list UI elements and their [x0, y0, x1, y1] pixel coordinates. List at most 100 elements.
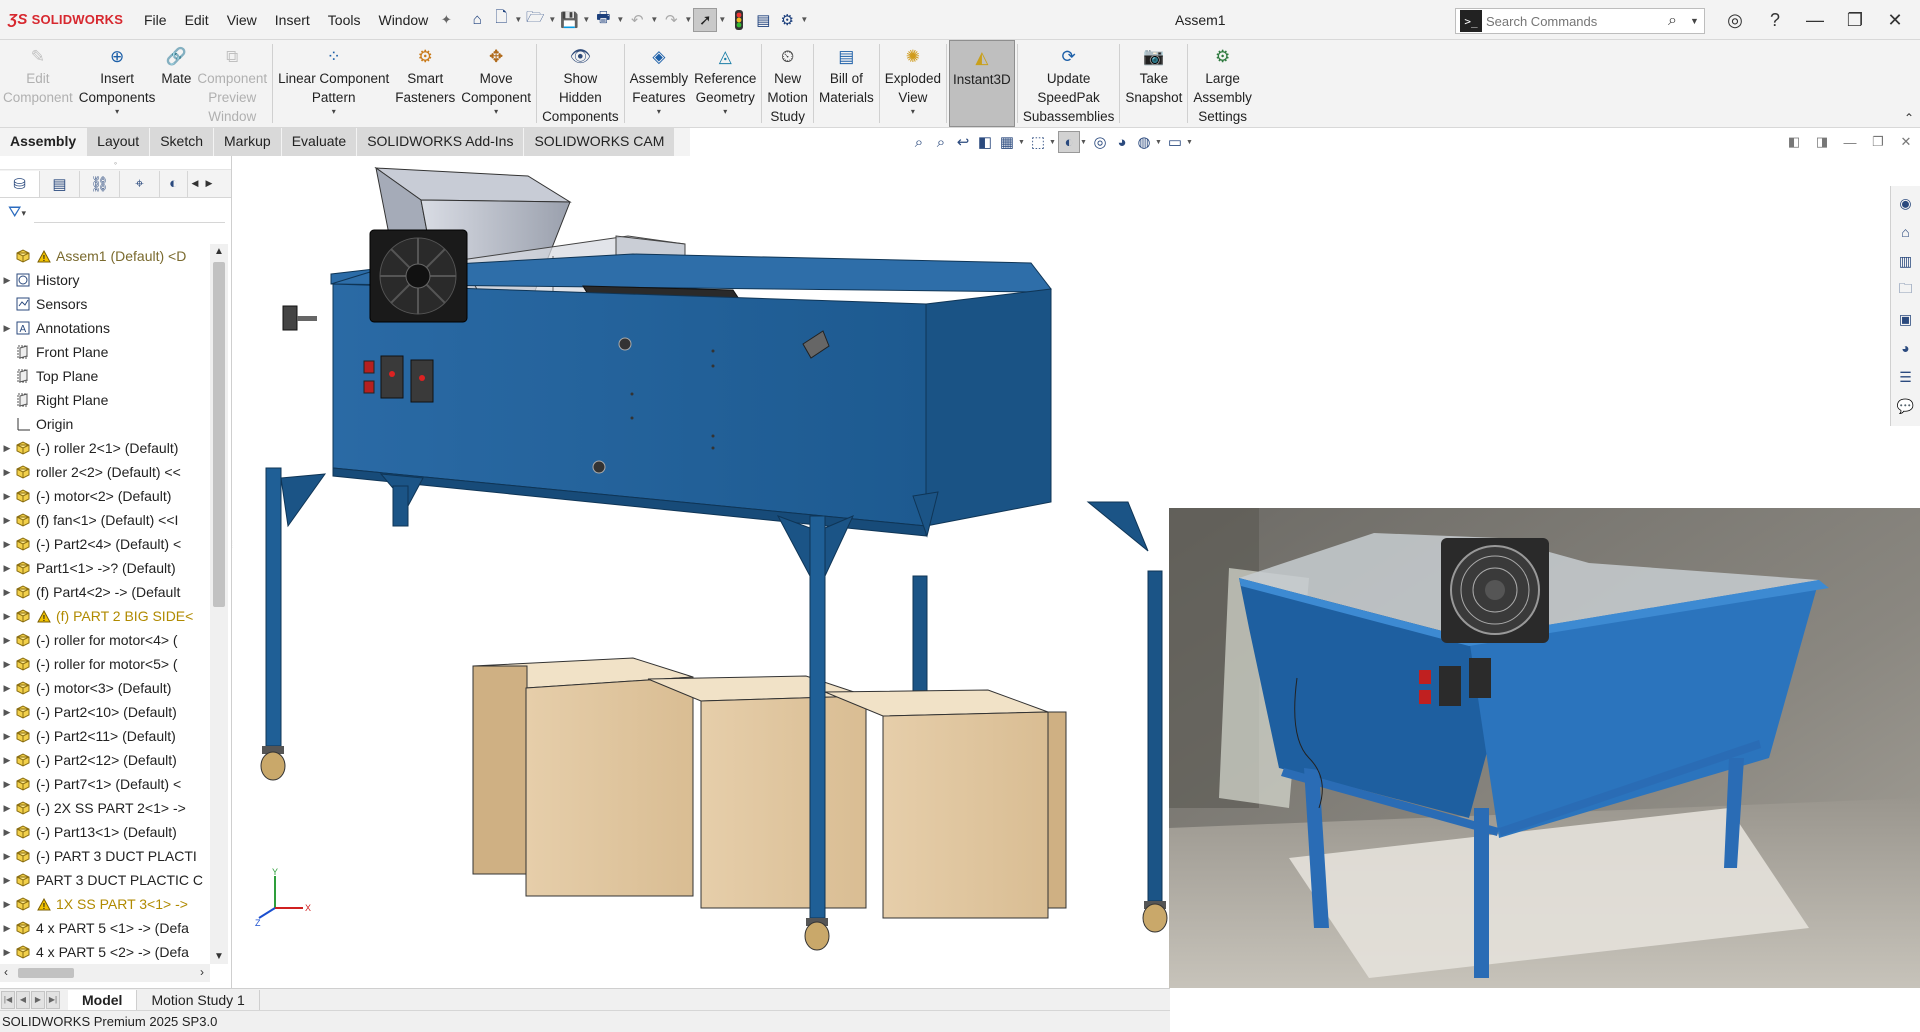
scroll-up-icon[interactable]: ▲ [210, 246, 228, 257]
tree-item[interactable]: ▶ (-) Part7<1> (Default) < [0, 772, 210, 796]
tree-item[interactable]: ▶ (-) roller 2<1> (Default) [0, 436, 210, 460]
expand-arrow-icon[interactable]: ▶ [0, 875, 14, 886]
tab-solidworks-cam[interactable]: SOLIDWORKS CAM [524, 128, 676, 156]
tree-item[interactable]: Front Plane [0, 340, 210, 364]
expand-arrow-icon[interactable]: ▶ [0, 587, 14, 598]
rebuild-traffic-light-icon[interactable] [727, 8, 751, 32]
scroll-left-icon[interactable]: ‹ [4, 965, 8, 979]
menu-tools[interactable]: Tools [319, 0, 370, 40]
feature-tree-tab-icon[interactable]: ⛁ [0, 170, 40, 197]
pin-icon[interactable]: ✦ [437, 12, 455, 28]
options-gear-icon[interactable]: ⚙ [775, 8, 799, 32]
tree-item[interactable]: ▶ History [0, 268, 210, 292]
last-tab-icon[interactable]: ▶| [46, 990, 60, 1009]
graphics-area[interactable]: Y X Z ◉ ⌂ ▥ 🗀 ▣ ◕ ☰ 💬 [233, 156, 1920, 988]
exploded-view-button[interactable]: ✺ Exploded View ▾ [882, 40, 944, 127]
hide-show-items-icon[interactable]: ◎ [1089, 131, 1111, 153]
expand-arrow-icon[interactable]: ▶ [0, 947, 14, 958]
dropdown-caret-icon[interactable]: ▾ [911, 107, 915, 117]
print-icon[interactable]: 🖶 [591, 8, 615, 32]
dimxpert-tab-icon[interactable]: ⌖ [120, 170, 160, 197]
display-style-icon[interactable]: ◐ [1058, 131, 1080, 153]
display-style-dropdown-icon[interactable]: ▼ [1080, 139, 1089, 146]
tree-item[interactable]: ▶ (-) Part2<10> (Default) [0, 700, 210, 724]
tree-horizontal-scrollbar[interactable]: ‹ › [0, 964, 210, 982]
tree-item[interactable]: ▶ (f) Part4<2> -> (Default [0, 580, 210, 604]
doc-close-icon[interactable]: ✕ [1892, 130, 1920, 154]
app-logo[interactable]: ƷS SOLIDWORKS [0, 11, 135, 28]
tab-solidworks-addins[interactable]: SOLIDWORKS Add-Ins [357, 128, 525, 156]
tree-item[interactable]: Right Plane [0, 388, 210, 412]
tree-item[interactable]: ▶ (-) motor<3> (Default) [0, 676, 210, 700]
undo-dropdown-icon[interactable]: ▼ [649, 15, 659, 24]
scene-dropdown-icon[interactable]: ▼ [1155, 139, 1164, 146]
property-manager-tab-icon[interactable]: ▤ [40, 170, 80, 197]
menu-file[interactable]: File [135, 0, 176, 40]
new-document-icon[interactable]: 🗋 [489, 8, 513, 32]
tree-item[interactable]: ▶ PART 3 DUCT PLACTIC C [0, 868, 210, 892]
expand-arrow-icon[interactable]: ▶ [0, 899, 14, 910]
collapse-ribbon-icon[interactable]: ⌃ [1904, 111, 1914, 125]
tab-sketch[interactable]: Sketch [150, 128, 215, 156]
tab-scroll-right-icon[interactable]: ▶ [202, 178, 216, 189]
menu-view[interactable]: View [218, 0, 266, 40]
expand-arrow-icon[interactable]: ▶ [0, 467, 14, 478]
search-icon[interactable]: ⌕ [1668, 12, 1690, 30]
search-commands-box[interactable]: >_ ⌕ ▼ [1455, 8, 1705, 34]
appearances-icon[interactable]: ◕ [1894, 336, 1918, 360]
view-settings-dropdown-icon[interactable]: ▼ [1186, 139, 1195, 146]
tree-item[interactable]: ▶ roller 2<2> (Default) << [0, 460, 210, 484]
tree-item[interactable]: ▶ (-) Part13<1> (Default) [0, 820, 210, 844]
tile-left-icon[interactable]: ◧ [1780, 130, 1808, 154]
view-orientation-icon[interactable]: ⬚ [1027, 131, 1049, 153]
mate-button[interactable]: 🔗 Mate [158, 40, 194, 127]
tab-markup[interactable]: Markup [214, 128, 282, 156]
expand-arrow-icon[interactable]: ▶ [0, 683, 14, 694]
show-hidden-button[interactable]: 👁 Show Hidden Components [539, 40, 622, 127]
forum-icon[interactable]: 💬 [1894, 394, 1918, 418]
print-dropdown-icon[interactable]: ▼ [615, 15, 625, 24]
expand-arrow-icon[interactable]: ▶ [0, 539, 14, 550]
move-component-button[interactable]: ✥ Move Component ▾ [458, 40, 534, 127]
next-tab-icon[interactable]: ▶ [31, 990, 45, 1009]
new-dropdown-icon[interactable]: ▼ [513, 15, 523, 24]
dynamic-annotation-icon[interactable]: ▦ [996, 131, 1018, 153]
zoom-to-area-icon[interactable]: ⌕ [930, 131, 952, 153]
tree-item[interactable]: ▶ Part1<1> ->? (Default) [0, 556, 210, 580]
user-account-icon[interactable]: ◎ [1715, 0, 1755, 40]
expand-arrow-icon[interactable]: ▶ [0, 275, 14, 286]
restore-icon[interactable]: ❐ [1835, 0, 1875, 40]
configuration-manager-tab-icon[interactable]: ⛓ [80, 170, 120, 197]
expand-arrow-icon[interactable]: ▶ [0, 923, 14, 934]
dropdown-caret-icon[interactable]: ▾ [494, 107, 498, 117]
tree-item[interactable]: ▶ (-) Part2<4> (Default) < [0, 532, 210, 556]
design-library-icon[interactable]: ▥ [1894, 249, 1918, 273]
solidworks-resources-icon[interactable]: ◉ [1894, 191, 1918, 215]
expand-arrow-icon[interactable]: ▶ [0, 611, 14, 622]
speedpak-button[interactable]: ⟳ Update SpeedPak Subassemblies [1020, 40, 1118, 127]
dropdown-caret-icon[interactable]: ▾ [115, 107, 119, 117]
tree-item[interactable]: ▶ (f) fan<1> (Default) <<I [0, 508, 210, 532]
tab-motion-study-1[interactable]: Motion Study 1 [137, 989, 260, 1010]
smart-fasteners-button[interactable]: ⚙ Smart Fasteners [392, 40, 458, 127]
expand-arrow-icon[interactable]: ▶ [0, 803, 14, 814]
bom-button[interactable]: ▤ Bill of Materials [816, 40, 877, 127]
filter-icon[interactable]: ⛛ [8, 204, 21, 222]
expand-arrow-icon[interactable]: ▶ [0, 755, 14, 766]
undo-icon[interactable]: ↶ [625, 8, 649, 32]
tab-model[interactable]: Model [68, 989, 138, 1010]
scroll-thumb[interactable] [213, 262, 225, 607]
file-properties-icon[interactable]: ▤ [751, 8, 775, 32]
tree-item[interactable]: ! Assem1 (Default) <D [0, 244, 210, 268]
redo-dropdown-icon[interactable]: ▼ [683, 15, 693, 24]
doc-minimize-icon[interactable]: — [1836, 130, 1864, 154]
select-cursor-icon[interactable]: ➚ [693, 7, 718, 32]
expand-arrow-icon[interactable]: ▶ [0, 635, 14, 646]
tab-scroll-left-icon[interactable]: ◀ [188, 178, 202, 189]
tree-item[interactable]: ▶ (-) roller for motor<4> ( [0, 628, 210, 652]
expand-arrow-icon[interactable]: ▶ [0, 851, 14, 862]
edit-appearance-icon[interactable]: ◕ [1111, 131, 1133, 153]
options-dropdown-icon[interactable]: ▼ [799, 15, 809, 24]
file-explorer-icon[interactable]: 🗀 [1894, 278, 1918, 302]
open-folder-icon[interactable]: 🗁 [523, 8, 547, 32]
